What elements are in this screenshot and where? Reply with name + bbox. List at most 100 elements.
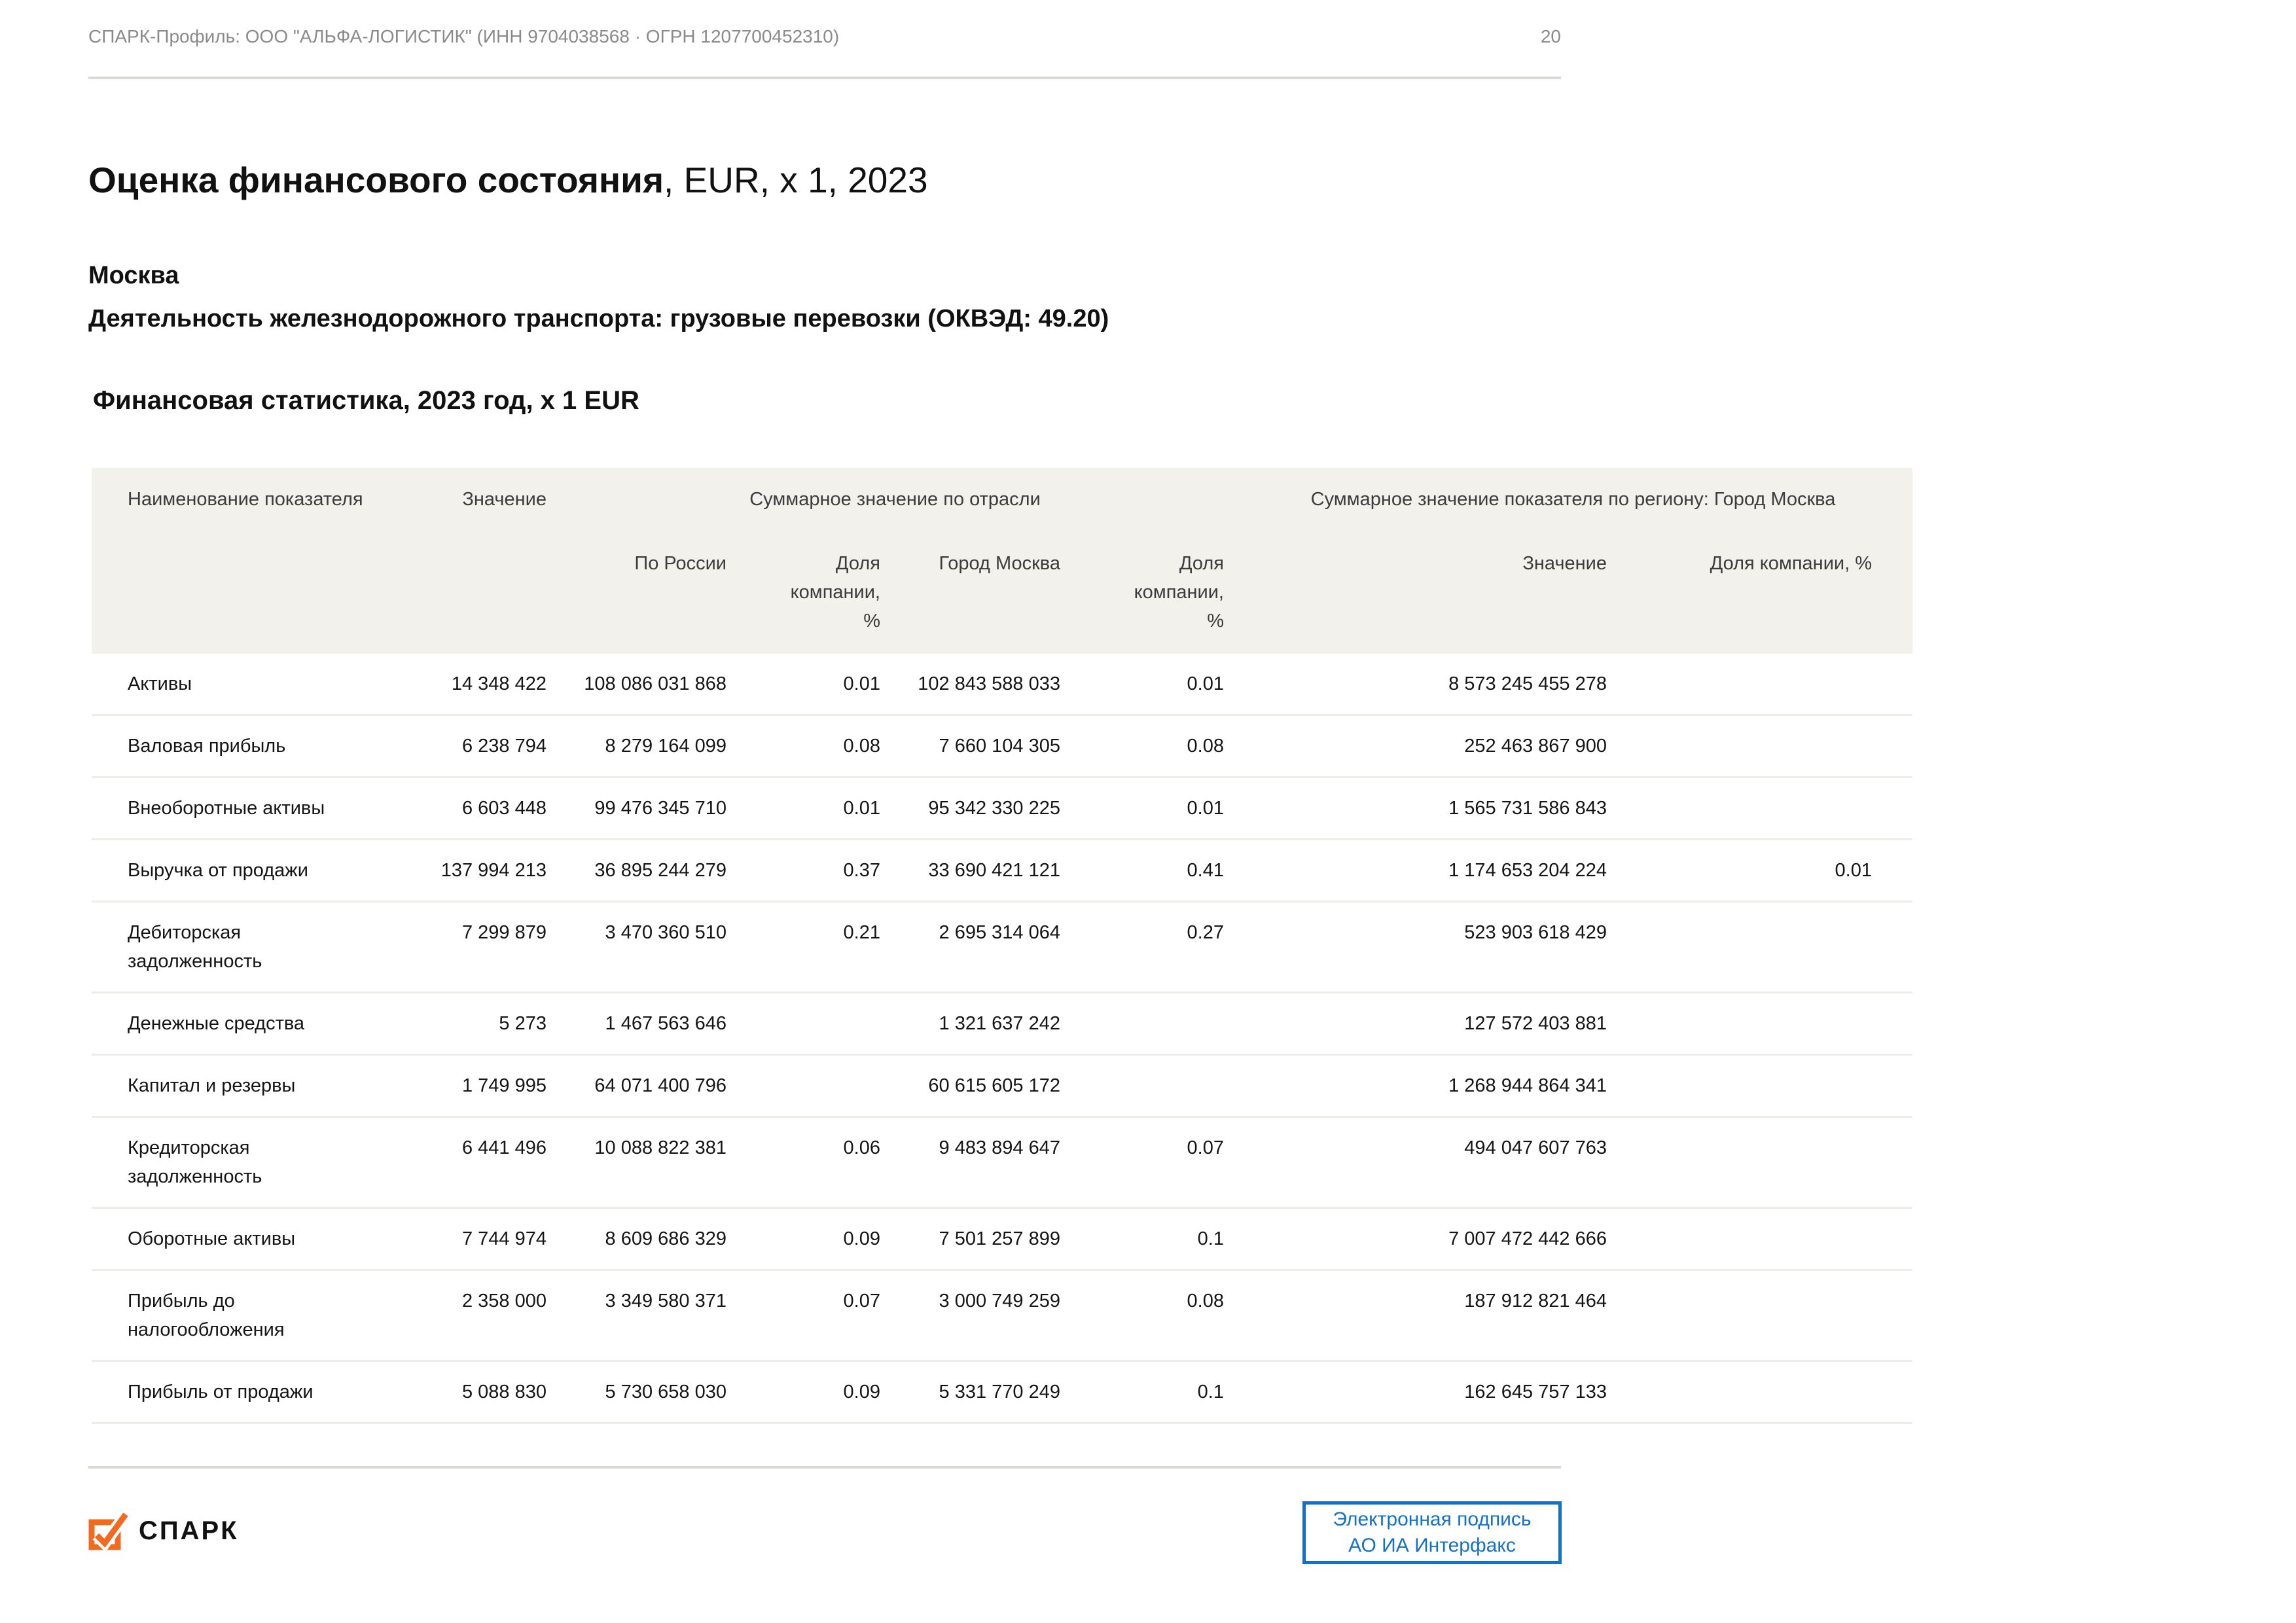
indicator-value: 0.01 <box>736 654 890 715</box>
indicator-value: 3 000 749 259 <box>890 1270 1070 1361</box>
indicator-value: 1 565 731 586 843 <box>1234 777 1617 840</box>
indicator-value <box>1617 1055 1912 1117</box>
indicator-value: 0.01 <box>1617 840 1912 902</box>
indicator-value: 1 467 563 646 <box>556 993 736 1055</box>
region-heading: Москва <box>88 262 179 290</box>
indicator-value: 8 609 686 329 <box>556 1208 736 1270</box>
indicator-value: 494 047 607 763 <box>1234 1117 1617 1208</box>
col-group-industry: Суммарное значение по отрасли <box>556 468 1234 548</box>
indicator-value: 0.09 <box>736 1361 890 1423</box>
indicator-value: 2 695 314 064 <box>890 902 1070 993</box>
header-divider <box>88 77 1561 79</box>
indicator-value: 0.06 <box>736 1117 890 1208</box>
indicator-value: 6 603 448 <box>367 777 556 840</box>
table-row: Денежные средства5 2731 467 563 6461 321… <box>92 993 1912 1055</box>
signature-line1: Электронная подпись <box>1333 1507 1531 1533</box>
indicator-value: 1 321 637 242 <box>890 993 1070 1055</box>
indicator-value: 7 744 974 <box>367 1208 556 1270</box>
page-title-main: Оценка финансового состояния <box>88 160 664 200</box>
indicator-name: Кредиторская задолженность <box>92 1117 367 1208</box>
indicator-value: 14 348 422 <box>367 654 556 715</box>
indicator-value <box>1617 654 1912 715</box>
indicator-value: 2 358 000 <box>367 1270 556 1361</box>
indicator-value: 64 071 400 796 <box>556 1055 736 1117</box>
indicator-value: 7 007 472 442 666 <box>1234 1208 1617 1270</box>
indicator-value <box>1070 993 1234 1055</box>
indicator-value <box>1617 777 1912 840</box>
page-title-suffix: , EUR, x 1, 2023 <box>664 160 928 200</box>
indicator-name: Оборотные активы <box>92 1208 367 1270</box>
table-row: Капитал и резервы1 749 99564 071 400 796… <box>92 1055 1912 1117</box>
indicator-value: 33 690 421 121 <box>890 840 1070 902</box>
table-row: Выручка от продажи137 994 21336 895 244 … <box>92 840 1912 902</box>
report-title: СПАРК-Профиль: ООО "АЛЬФА-ЛОГИСТИК" (ИНН… <box>88 26 839 47</box>
financial-statistics-table: Наименование показателя Значение Суммарн… <box>92 468 1912 1424</box>
indicator-value: 7 299 879 <box>367 902 556 993</box>
indicator-value <box>1617 1208 1912 1270</box>
indicator-value <box>736 993 890 1055</box>
indicator-value <box>1070 1055 1234 1117</box>
indicator-value: 102 843 588 033 <box>890 654 1070 715</box>
indicator-value: 5 088 830 <box>367 1361 556 1423</box>
indicator-value: 1 268 944 864 341 <box>1234 1055 1617 1117</box>
indicator-value: 137 994 213 <box>367 840 556 902</box>
indicator-value: 162 645 757 133 <box>1234 1361 1617 1423</box>
indicator-value: 1 749 995 <box>367 1055 556 1117</box>
indicator-value: 127 572 403 881 <box>1234 993 1617 1055</box>
table-row: Прибыль до налогообложения2 358 0003 349… <box>92 1270 1912 1361</box>
indicator-value: 0.08 <box>736 715 890 777</box>
col-header-spacer <box>367 548 556 654</box>
indicator-value: 7 501 257 899 <box>890 1208 1070 1270</box>
indicator-name: Денежные средства <box>92 993 367 1055</box>
indicator-value: 36 895 244 279 <box>556 840 736 902</box>
indicator-name: Выручка от продажи <box>92 840 367 902</box>
table-row: Дебиторская задолженность7 299 8793 470 … <box>92 902 1912 993</box>
indicator-value: 3 470 360 510 <box>556 902 736 993</box>
indicator-value: 99 476 345 710 <box>556 777 736 840</box>
signature-line2: АО ИА Интерфакс <box>1348 1533 1516 1559</box>
table-row: Кредиторская задолженность6 441 49610 08… <box>92 1117 1912 1208</box>
spark-logo: СПАРК <box>86 1510 239 1551</box>
indicator-value: 3 349 580 371 <box>556 1270 736 1361</box>
page-title: Оценка финансового состояния, EUR, x 1, … <box>88 159 928 201</box>
indicator-value: 0.01 <box>1070 777 1234 840</box>
indicator-value: 60 615 605 172 <box>890 1055 1070 1117</box>
indicator-value: 8 573 245 455 278 <box>1234 654 1617 715</box>
indicator-value <box>1617 1270 1912 1361</box>
table-row: Активы14 348 422108 086 031 8680.01102 8… <box>92 654 1912 715</box>
indicator-value: 108 086 031 868 <box>556 654 736 715</box>
indicator-value: 0.1 <box>1070 1361 1234 1423</box>
indicator-name: Прибыль от продажи <box>92 1361 367 1423</box>
page-number: 20 <box>1541 26 1561 47</box>
indicator-value: 8 279 164 099 <box>556 715 736 777</box>
indicator-value: 0.21 <box>736 902 890 993</box>
activity-heading: Деятельность железнодорожного транспорта… <box>88 305 1109 333</box>
indicator-value: 0.08 <box>1070 715 1234 777</box>
indicator-value <box>1617 902 1912 993</box>
indicator-name: Прибыль до налогообложения <box>92 1270 367 1361</box>
indicator-value: 0.01 <box>736 777 890 840</box>
indicator-value: 0.09 <box>736 1208 890 1270</box>
indicator-value: 0.07 <box>1070 1117 1234 1208</box>
col-header-company-share-moscow: Доля компании, % <box>1070 548 1234 654</box>
indicator-value: 7 660 104 305 <box>890 715 1070 777</box>
indicator-value: 187 912 821 464 <box>1234 1270 1617 1361</box>
col-header-moscow: Город Москва <box>890 548 1070 654</box>
indicator-name: Внеоборотные активы <box>92 777 367 840</box>
indicator-value: 9 483 894 647 <box>890 1117 1070 1208</box>
indicator-name: Капитал и резервы <box>92 1055 367 1117</box>
indicator-value <box>1617 715 1912 777</box>
indicator-value: 5 331 770 249 <box>890 1361 1070 1423</box>
footer-divider <box>88 1466 1561 1469</box>
col-header-value: Значение <box>367 468 556 548</box>
col-group-region: Суммарное значение показателя по региону… <box>1234 468 1912 548</box>
electronic-signature-stamp[interactable]: Электронная подпись АО ИА Интерфакс <box>1302 1501 1562 1564</box>
table-header: Наименование показателя Значение Суммарн… <box>92 468 1912 654</box>
col-header-region-value: Значение <box>1234 548 1617 654</box>
page-header: СПАРК-Профиль: ООО "АЛЬФА-ЛОГИСТИК" (ИНН… <box>88 26 1561 47</box>
col-header-russia: По России <box>556 548 736 654</box>
table-row: Оборотные активы7 744 9748 609 686 3290.… <box>92 1208 1912 1270</box>
indicator-value: 0.1 <box>1070 1208 1234 1270</box>
indicator-value <box>736 1055 890 1117</box>
spark-checkmark-icon <box>86 1510 130 1551</box>
